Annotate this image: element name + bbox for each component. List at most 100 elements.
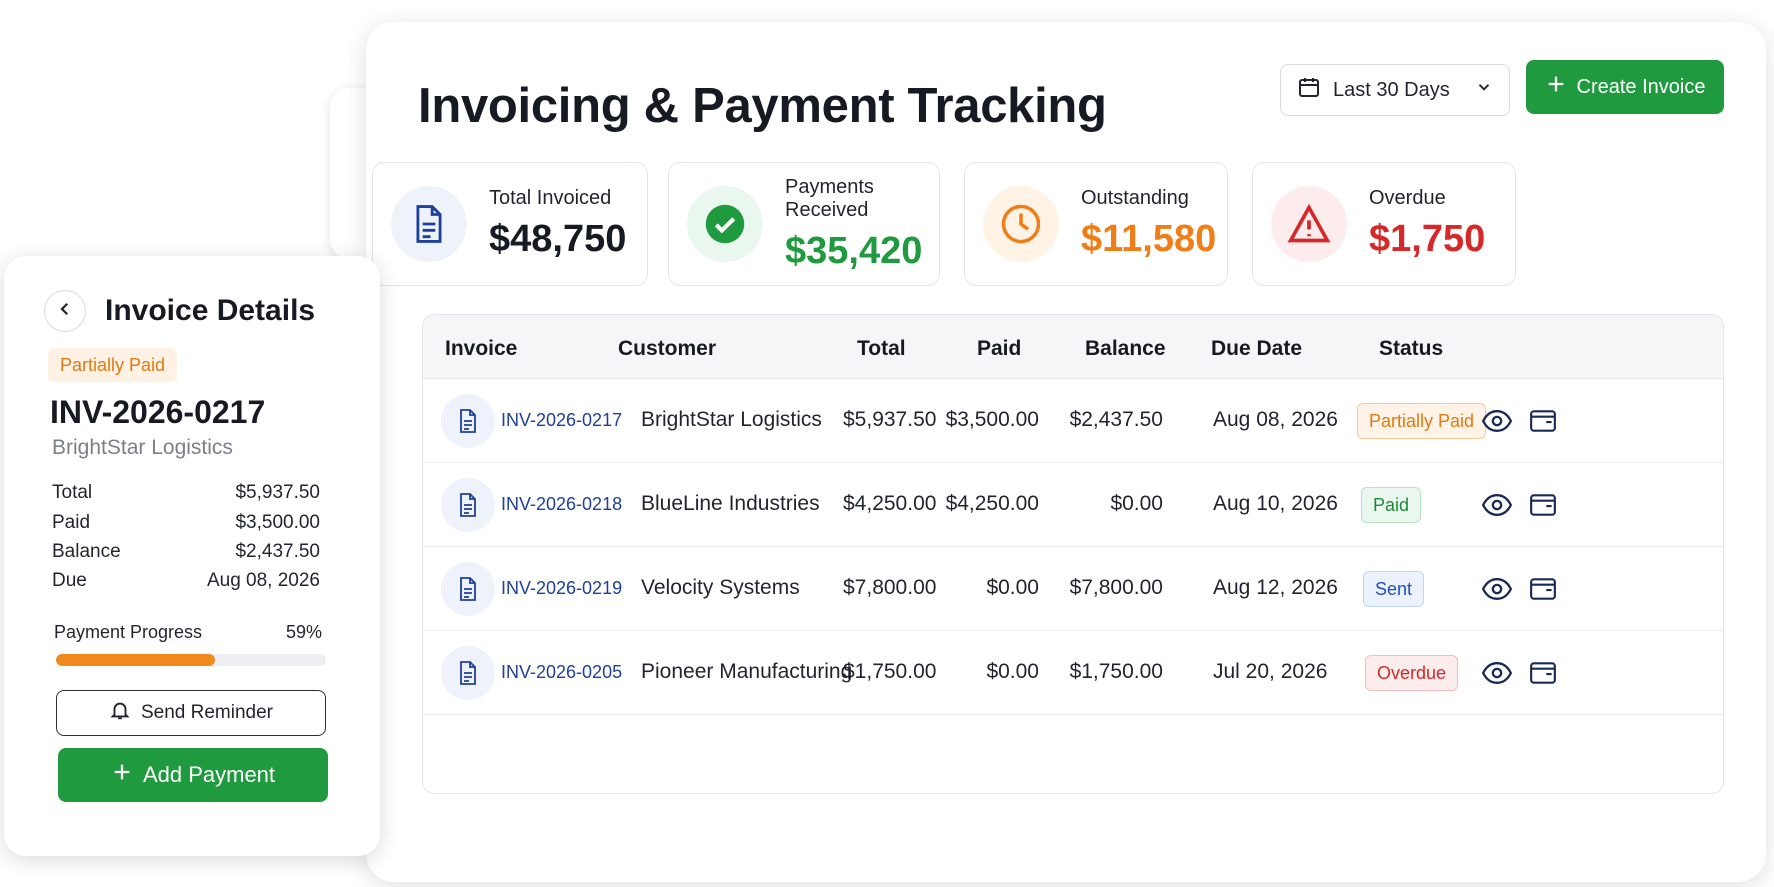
table-row[interactable]: INV-2026-0217 BrightStar Logistics $5,937.… bbox=[423, 379, 1723, 463]
status-badge: Partially Paid bbox=[1357, 403, 1487, 439]
column-header: Total bbox=[857, 337, 906, 360]
detail-value: $5,937.50 bbox=[235, 482, 320, 503]
progress-label: Payment Progress bbox=[54, 622, 203, 642]
balance-cell: $2,437.50 bbox=[1069, 408, 1163, 431]
stat-label: Overdue bbox=[1369, 187, 1446, 209]
invoice-link[interactable]: INV-2026-0218 bbox=[501, 494, 622, 515]
plus-icon bbox=[111, 761, 133, 789]
wallet-icon[interactable] bbox=[1527, 489, 1559, 521]
detail-value: $2,437.50 bbox=[235, 541, 320, 562]
customer-name: BrightStar Logistics bbox=[52, 436, 233, 459]
customer-cell: Pioneer Manufacturing bbox=[641, 660, 853, 683]
invoice-link[interactable]: INV-2026-0205 bbox=[501, 662, 622, 683]
invoice-number: INV-2026-0217 bbox=[50, 394, 266, 430]
detail-label: Total bbox=[52, 482, 93, 503]
invoice-link[interactable]: INV-2026-0219 bbox=[501, 578, 622, 599]
payment-progress-fill bbox=[56, 654, 216, 666]
wallet-icon[interactable] bbox=[1527, 657, 1559, 689]
detail-label: Balance bbox=[52, 541, 121, 562]
status-badge: Partially Paid bbox=[48, 348, 178, 382]
table-row[interactable]: INV-2026-0205 Pioneer Manufacturing $1,750… bbox=[423, 631, 1723, 715]
customer-cell: BlueLine Industries bbox=[641, 492, 820, 515]
eye-icon[interactable] bbox=[1481, 657, 1513, 689]
back-button[interactable] bbox=[44, 290, 86, 332]
warning-icon bbox=[1271, 186, 1347, 262]
column-header: Balance bbox=[1085, 337, 1166, 360]
stat-value: $11,580 bbox=[1081, 218, 1217, 260]
bell-icon bbox=[109, 699, 131, 727]
table-row[interactable]: INV-2026-0219 Velocity Systems $7,800.00 $0… bbox=[423, 547, 1723, 631]
document-icon bbox=[441, 478, 495, 532]
add-payment-button[interactable]: Add Payment bbox=[58, 748, 328, 802]
detail-row-total: Total $5,937.50 bbox=[52, 482, 320, 504]
stat-value: $48,750 bbox=[489, 218, 627, 260]
status-badge: Sent bbox=[1363, 571, 1425, 607]
invoices-table: Invoice Customer Total Paid Balance Due … bbox=[422, 314, 1724, 794]
eye-icon[interactable] bbox=[1481, 573, 1513, 605]
panel-title: Invoice Details bbox=[105, 294, 316, 327]
detail-row-balance: Balance $2,437.50 bbox=[52, 541, 320, 563]
invoice-link[interactable]: INV-2026-0217 bbox=[501, 410, 622, 431]
send-reminder-button[interactable]: Send Reminder bbox=[56, 690, 326, 736]
paid-cell: $4,250.00 bbox=[945, 492, 1039, 515]
page-title: Invoicing & Payment Tracking bbox=[418, 79, 1107, 133]
table-row[interactable]: INV-2026-0218 BlueLine Industries $4,250.0… bbox=[423, 463, 1723, 547]
eye-icon[interactable] bbox=[1481, 489, 1513, 521]
wallet-icon[interactable] bbox=[1527, 405, 1559, 437]
stat-overdue: Overdue $1,750 bbox=[1252, 162, 1516, 286]
table-header: Invoice Customer Total Paid Balance Due … bbox=[423, 315, 1723, 379]
column-header: Paid bbox=[977, 337, 1022, 360]
column-header: Invoice bbox=[445, 337, 518, 360]
balance-cell: $0.00 bbox=[1110, 492, 1163, 515]
column-header: Due Date bbox=[1211, 337, 1303, 360]
create-invoice-button[interactable]: Create Invoice bbox=[1526, 60, 1724, 114]
total-cell: $4,250.00 bbox=[843, 492, 937, 515]
send-reminder-label: Send Reminder bbox=[140, 702, 274, 723]
stat-value: $1,750 bbox=[1369, 218, 1486, 260]
eye-icon[interactable] bbox=[1481, 405, 1513, 437]
due-date-cell: Aug 10, 2026 bbox=[1213, 492, 1338, 515]
paid-cell: $0.00 bbox=[986, 660, 1039, 683]
clock-icon bbox=[983, 186, 1059, 262]
progress-percent: 59% bbox=[285, 622, 322, 642]
calendar-icon bbox=[1297, 75, 1321, 105]
customer-cell: Velocity Systems bbox=[641, 576, 800, 599]
stat-label: Payments Received bbox=[785, 175, 874, 221]
stat-payments-received: Payments Received $35,420 bbox=[668, 162, 940, 286]
balance-cell: $7,800.00 bbox=[1069, 576, 1163, 599]
status-badge: Paid bbox=[1361, 487, 1422, 523]
stat-label: Outstanding bbox=[1081, 187, 1189, 209]
date-range-label: Last 30 Days bbox=[1333, 78, 1450, 101]
wallet-icon[interactable] bbox=[1527, 573, 1559, 605]
create-invoice-label: Create Invoice bbox=[1576, 75, 1706, 98]
stat-total-invoiced: Total Invoiced $48,750 bbox=[372, 162, 648, 286]
check-circle-icon bbox=[687, 186, 763, 262]
document-icon bbox=[391, 186, 467, 262]
total-cell: $5,937.50 bbox=[843, 408, 937, 431]
invoice-details-panel: Invoice Details Partially Paid INV-2026-… bbox=[4, 256, 380, 856]
total-cell: $7,800.00 bbox=[843, 576, 937, 599]
detail-row-due: Due Aug 08, 2026 bbox=[52, 570, 320, 592]
paid-cell: $0.00 bbox=[986, 576, 1039, 599]
detail-label: Paid bbox=[52, 512, 91, 533]
payment-progress-header: Payment Progress 59% bbox=[54, 622, 322, 643]
status-badge: Overdue bbox=[1365, 655, 1459, 691]
due-date-cell: Aug 12, 2026 bbox=[1213, 576, 1338, 599]
invoicing-dashboard: Invoicing & Payment Tracking Last 30 Day… bbox=[366, 22, 1766, 882]
detail-label: Due bbox=[52, 570, 87, 591]
column-header: Customer bbox=[618, 337, 717, 360]
date-range-select[interactable]: Last 30 Days bbox=[1280, 64, 1510, 116]
detail-row-paid: Paid $3,500.00 bbox=[52, 512, 320, 534]
column-header: Status bbox=[1379, 337, 1444, 360]
chevron-down-icon bbox=[1475, 78, 1493, 102]
add-payment-label: Add Payment bbox=[142, 762, 276, 787]
stat-value: $35,420 bbox=[785, 229, 923, 272]
document-icon bbox=[441, 394, 495, 448]
plus-icon bbox=[1545, 73, 1567, 101]
paid-cell: $3,500.00 bbox=[945, 408, 1039, 431]
chevron-left-icon bbox=[56, 300, 74, 323]
detail-value: Aug 08, 2026 bbox=[206, 570, 320, 591]
balance-cell: $1,750.00 bbox=[1069, 660, 1163, 683]
payment-progress-bar bbox=[56, 654, 326, 666]
detail-value: $3,500.00 bbox=[235, 512, 320, 533]
